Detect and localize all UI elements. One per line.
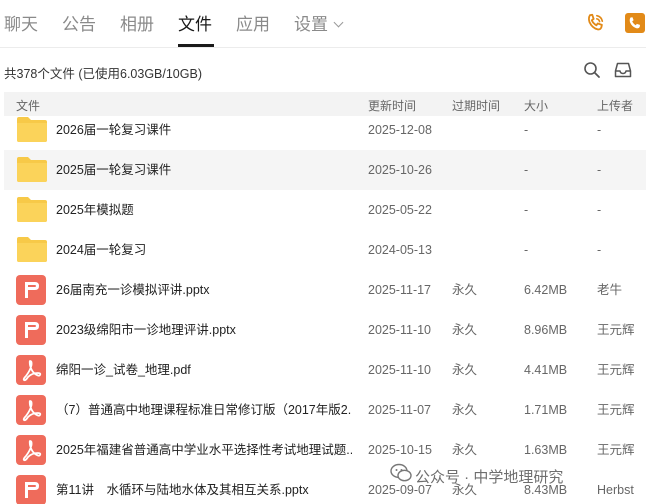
tab-chat[interactable]: 聊天 bbox=[4, 14, 38, 36]
file-uploader: - bbox=[597, 123, 602, 137]
file-name[interactable]: 第11讲 水循环与陆地水体及其相互关系.pptx bbox=[56, 482, 309, 498]
file-uploader: 王元辉 bbox=[597, 323, 635, 337]
folder-icon bbox=[16, 155, 48, 188]
pptx-icon bbox=[16, 275, 46, 310]
file-expiry: 永久 bbox=[452, 283, 478, 297]
folder-icon bbox=[16, 115, 48, 148]
file-updated: 2024-05-13 bbox=[368, 243, 432, 257]
file-updated: 2025-10-15 bbox=[368, 443, 432, 457]
file-row[interactable]: （7）普通高中地理课程标准日常修订版（2017年版2... 2025-11-07 永… bbox=[4, 390, 646, 430]
file-size: 6.42MB bbox=[524, 283, 568, 297]
pdf-icon bbox=[16, 355, 46, 390]
file-name[interactable]: 绵阳一诊_试卷_地理.pdf bbox=[56, 362, 191, 378]
file-size: 8.96MB bbox=[524, 323, 568, 337]
storage-summary: 共378个文件 (已使用6.03GB/10GB) bbox=[4, 67, 202, 81]
file-updated: 2025-11-10 bbox=[368, 363, 432, 377]
file-uploader: - bbox=[597, 243, 602, 257]
file-row[interactable]: 26届南充一诊模拟评讲.pptx 2025-11-17 永久 6.42MB 老牛 bbox=[4, 270, 646, 310]
file-updated: 2025-11-17 bbox=[368, 283, 432, 297]
file-uploader: 王元辉 bbox=[597, 403, 635, 417]
file-size: 1.71MB bbox=[524, 403, 568, 417]
file-size: - bbox=[524, 123, 529, 137]
file-size: - bbox=[524, 203, 529, 217]
file-name[interactable]: （7）普通高中地理课程标准日常修订版（2017年版2... bbox=[56, 402, 352, 418]
file-uploader: - bbox=[597, 163, 602, 177]
file-expiry: 永久 bbox=[452, 403, 478, 417]
file-expiry: 永久 bbox=[452, 323, 478, 337]
pdf-icon bbox=[16, 435, 46, 470]
pdf-icon bbox=[16, 395, 46, 430]
file-row[interactable]: 2023级绵阳市一诊地理评讲.pptx 2025-11-10 永久 8.96MB 王元辉 bbox=[4, 310, 646, 350]
file-size: - bbox=[524, 243, 529, 257]
file-size: - bbox=[524, 163, 529, 177]
file-row[interactable]: 2025届一轮复习课件 2025-10-26 - - bbox=[4, 150, 646, 190]
tab-files[interactable]: 文件 bbox=[178, 14, 212, 36]
file-name[interactable]: 26届南充一诊模拟评讲.pptx bbox=[56, 282, 210, 298]
folder-icon bbox=[16, 195, 48, 228]
file-expiry: 永久 bbox=[452, 363, 478, 377]
file-updated: 2025-12-08 bbox=[368, 123, 432, 137]
file-updated: 2025-11-07 bbox=[368, 403, 432, 417]
file-uploader: 王元辉 bbox=[597, 363, 635, 377]
active-tab-indicator bbox=[178, 44, 214, 47]
file-uploader: - bbox=[597, 203, 602, 217]
tab-settings-label: 设置 bbox=[294, 15, 328, 34]
top-nav: 聊天 公告 相册 文件 应用 设置 bbox=[0, 0, 646, 48]
wechat-logo-icon bbox=[390, 463, 412, 488]
chevron-down-icon bbox=[333, 17, 344, 28]
search-icon[interactable] bbox=[583, 61, 601, 84]
file-name[interactable]: 2025年模拟题 bbox=[56, 202, 134, 218]
file-row[interactable]: 2025年模拟题 2025-05-22 - - bbox=[4, 190, 646, 230]
tab-apps[interactable]: 应用 bbox=[236, 14, 270, 36]
file-size: 1.63MB bbox=[524, 443, 568, 457]
file-uploader: Herbst bbox=[597, 483, 634, 497]
file-row[interactable]: 2026届一轮复习课件 2025-12-08 - - bbox=[4, 110, 646, 150]
tab-settings[interactable]: 设置 bbox=[294, 14, 344, 36]
file-name[interactable]: 2025年福建省普通高中学业水平选择性考试地理试题... bbox=[56, 442, 352, 458]
pptx-icon bbox=[16, 475, 46, 504]
file-uploader: 王元辉 bbox=[597, 443, 635, 457]
file-size: 4.41MB bbox=[524, 363, 568, 377]
file-updated: 2025-11-10 bbox=[368, 323, 432, 337]
tab-announcements[interactable]: 公告 bbox=[62, 14, 96, 36]
watermark-text: 公众号 · 中学地理研究 bbox=[415, 469, 564, 486]
file-name[interactable]: 2024届一轮复习 bbox=[56, 242, 146, 258]
file-name[interactable]: 2025届一轮复习课件 bbox=[56, 162, 171, 178]
file-expiry: 永久 bbox=[452, 443, 478, 457]
file-row[interactable]: 2025年福建省普通高中学业水平选择性考试地理试题... 2025-10-15 永久… bbox=[4, 430, 646, 470]
phone-square-icon[interactable] bbox=[625, 13, 645, 38]
file-updated: 2025-10-26 bbox=[368, 163, 432, 177]
file-row[interactable]: 绵阳一诊_试卷_地理.pdf 2025-11-10 永久 4.41MB 王元辉 bbox=[4, 350, 646, 390]
file-row[interactable]: 2024届一轮复习 2024-05-13 - - bbox=[4, 230, 646, 270]
inbox-icon[interactable] bbox=[614, 61, 632, 84]
file-updated: 2025-05-22 bbox=[368, 203, 432, 217]
file-uploader: 老牛 bbox=[597, 283, 623, 297]
folder-icon bbox=[16, 235, 48, 268]
file-name[interactable]: 2026届一轮复习课件 bbox=[56, 122, 171, 138]
phone-ring-icon[interactable] bbox=[584, 12, 606, 39]
file-name[interactable]: 2023级绵阳市一诊地理评讲.pptx bbox=[56, 322, 236, 338]
pptx-icon bbox=[16, 315, 46, 350]
tab-album[interactable]: 相册 bbox=[120, 14, 154, 36]
